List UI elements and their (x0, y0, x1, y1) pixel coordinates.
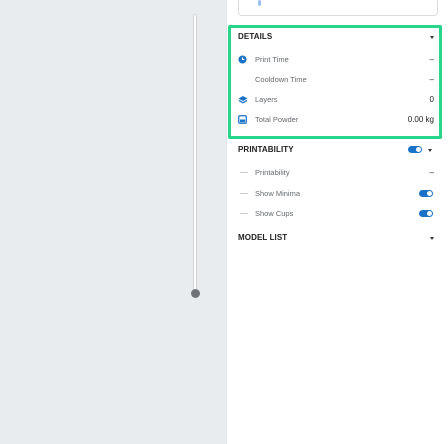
show-cups-label: Show Cups (255, 209, 294, 218)
show-cups-toggle[interactable] (419, 210, 433, 217)
tree-connector (240, 172, 248, 173)
total-powder-label: Total Powder (255, 115, 299, 124)
cooldown-time-label: Cooldown Time (255, 75, 307, 84)
total-powder-value: 0.00 kg (407, 115, 434, 124)
printability-label: Printability (255, 168, 290, 177)
printability-value: – (429, 168, 434, 177)
layers-icon (238, 96, 248, 104)
clock-icon (238, 55, 247, 64)
printability-collapse-caret-icon[interactable] (428, 149, 432, 152)
details-collapse-caret-icon[interactable] (430, 36, 434, 39)
print-time-value: – (429, 55, 434, 64)
model-list-collapse-caret-icon[interactable] (430, 237, 434, 240)
layers-value: 0 (429, 95, 434, 104)
indicator-icon (258, 0, 261, 6)
layers-label: Layers (255, 95, 278, 104)
details-title[interactable]: DETAILS (238, 32, 272, 41)
show-minima-label: Show Minima (255, 189, 301, 198)
model-list-title[interactable]: MODEL LIST (238, 233, 287, 242)
top-card (238, 0, 438, 16)
cooldown-time-value: – (429, 75, 434, 84)
tree-connector (240, 193, 248, 194)
show-minima-toggle[interactable] (419, 190, 433, 197)
printability-title[interactable]: PRINTABILITY (238, 145, 294, 154)
layer-slider-handle[interactable] (191, 289, 200, 298)
print-time-label: Print Time (255, 55, 289, 64)
powder-container-icon (238, 115, 247, 124)
tree-connector (240, 213, 248, 214)
layer-slider-track[interactable] (193, 14, 197, 292)
printability-toggle[interactable] (408, 146, 422, 153)
